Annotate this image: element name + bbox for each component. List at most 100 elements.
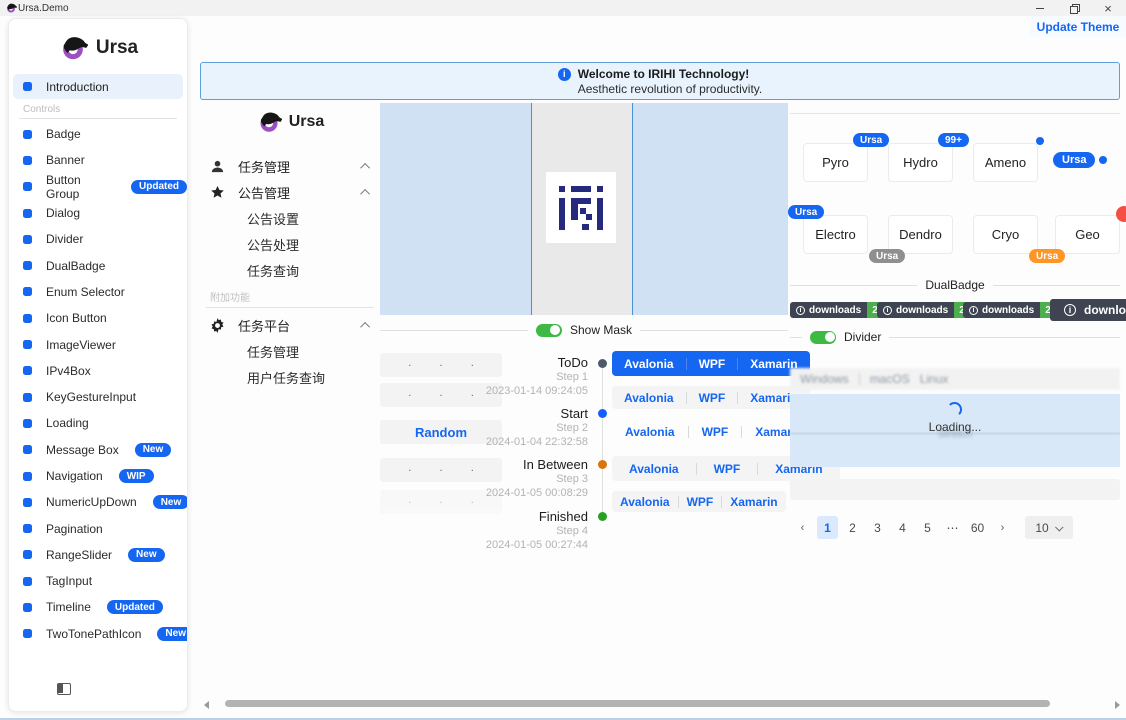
badge-card-cryo: Cryo: [973, 215, 1038, 254]
irihi-logo-icon: [559, 186, 603, 230]
page-ellipsis[interactable]: ⋯: [942, 516, 963, 539]
menu-item-announcement-settings[interactable]: 公告设置: [200, 205, 380, 231]
show-mask-toggle[interactable]: [536, 324, 562, 337]
dualbadge-divider: DualBadge: [790, 278, 1120, 292]
next-page-button[interactable]: ›: [992, 516, 1013, 539]
divider-demo: Divider: [790, 330, 1120, 344]
page-button-60[interactable]: 60: [967, 516, 988, 539]
sidebar-item-enum-selector[interactable]: Enum Selector: [9, 279, 187, 305]
sidebar: Ursa Introduction Controls Badge Banner …: [8, 18, 188, 712]
bullet-icon: [23, 393, 32, 402]
menu-item-announcement-management[interactable]: 公告管理: [200, 179, 380, 205]
page-button-2[interactable]: 2: [842, 516, 863, 539]
menu-item-task-management-sub[interactable]: 任务管理: [200, 338, 380, 364]
wpf-button[interactable]: WPF: [689, 425, 742, 439]
window-title: Ursa.Demo: [18, 3, 69, 14]
button-group-primary: Avalonia WPF Xamarin: [612, 351, 810, 376]
info-icon: i: [883, 306, 892, 315]
menu-item-task-management[interactable]: 任务管理: [200, 153, 380, 179]
wpf-button[interactable]: WPF: [679, 495, 722, 509]
welcome-banner: i Welcome to IRIHI Technology! Aesthetic…: [200, 62, 1120, 100]
wpf-button[interactable]: WPF: [697, 462, 758, 476]
timeline-step: Step 3: [458, 473, 588, 485]
bullet-icon: [23, 524, 32, 533]
update-theme-button[interactable]: Update Theme: [1030, 16, 1126, 37]
sidebar-collapse-icon[interactable]: [57, 683, 71, 695]
sidebar-item-rangeslider[interactable]: RangeSliderNew: [9, 542, 187, 568]
page-button-3[interactable]: 3: [867, 516, 888, 539]
sidebar-item-dualbadge[interactable]: DualBadge: [9, 252, 187, 278]
status-badge: New: [135, 443, 172, 457]
bullet-icon: [23, 550, 32, 559]
sidebar-item-loading[interactable]: Loading: [9, 410, 187, 436]
sidebar-item-divider[interactable]: Divider: [9, 226, 187, 252]
sidebar-item-twotonepathicon[interactable]: TwoTonePathIconNew: [9, 621, 187, 647]
sidebar-item-dialog[interactable]: Dialog: [9, 200, 187, 226]
image-viewer[interactable]: [380, 103, 788, 315]
status-badge: New: [157, 627, 188, 641]
bullet-icon: [23, 156, 32, 165]
timeline-title: In Between: [468, 457, 588, 472]
avalonia-button[interactable]: Avalonia: [612, 391, 686, 405]
divider-toggle[interactable]: [810, 331, 836, 344]
sidebar-item-pagination[interactable]: Pagination: [9, 515, 187, 541]
close-button[interactable]: ×: [1102, 2, 1114, 14]
banner-title: Welcome to IRIHI Technology!: [578, 67, 763, 81]
minimize-button[interactable]: [1034, 2, 1046, 14]
sidebar-item-message-box[interactable]: Message BoxNew: [9, 437, 187, 463]
menu-logo: Ursa: [200, 105, 380, 139]
xamarin-button[interactable]: Xamarin: [722, 495, 785, 509]
bullet-icon: [23, 82, 32, 91]
badge-card-ameno: Ameno: [973, 143, 1038, 182]
bullet-icon: [23, 261, 32, 270]
menu-item-announcement-processing[interactable]: 公告处理: [200, 231, 380, 257]
wpf-button[interactable]: WPF: [687, 357, 738, 371]
info-icon: i: [558, 68, 571, 81]
wpf-button[interactable]: WPF: [687, 391, 738, 405]
avalonia-button[interactable]: Avalonia: [612, 357, 686, 371]
scrollbar-thumb[interactable]: [225, 700, 1050, 707]
bullet-icon: [23, 419, 32, 428]
prev-page-button[interactable]: ‹: [792, 516, 813, 539]
ursa-badge: Ursa: [788, 205, 824, 219]
tab-linux: Linux: [920, 372, 949, 386]
sidebar-section-label: Controls: [23, 104, 187, 115]
sidebar-item-numericupdown[interactable]: NumericUpDownNew: [9, 489, 187, 515]
status-badge: Updated: [131, 180, 187, 194]
page-button-1[interactable]: 1: [817, 516, 838, 539]
avalonia-button[interactable]: Avalonia: [612, 462, 696, 476]
sidebar-item-badge[interactable]: Badge: [9, 121, 187, 147]
sidebar-item-icon-button[interactable]: Icon Button: [9, 305, 187, 331]
scroll-left-icon[interactable]: [204, 701, 209, 709]
panel-top-divider: [790, 113, 1120, 114]
chevron-down-icon: [1055, 523, 1063, 531]
page-button-4[interactable]: 4: [892, 516, 913, 539]
sidebar-item-button-group[interactable]: Button GroupUpdated: [9, 174, 187, 200]
sidebar-item-introduction[interactable]: Introduction: [13, 74, 183, 99]
app-window: Ursa.Demo × Update Theme Ursa Introducti…: [0, 0, 1126, 720]
scroll-right-icon[interactable]: [1115, 701, 1120, 709]
menu-item-task-query[interactable]: 任务查询: [200, 257, 380, 283]
page-size-select[interactable]: 10: [1025, 516, 1073, 539]
viewer-mask-left: [380, 103, 532, 315]
sidebar-item-ipv4box[interactable]: IPv4Box: [9, 358, 187, 384]
sidebar-item-keygestureinput[interactable]: KeyGestureInput: [9, 384, 187, 410]
sidebar-item-imageviewer[interactable]: ImageViewer: [9, 331, 187, 357]
viewer-mask-right: [632, 103, 788, 315]
sidebar-item-timeline[interactable]: TimelineUpdated: [9, 594, 187, 620]
page-button-5[interactable]: 5: [917, 516, 938, 539]
menu-item-task-platform[interactable]: 任务平台: [200, 312, 380, 338]
maximize-button[interactable]: [1068, 2, 1080, 14]
ursa-logo-icon: [58, 33, 88, 63]
sidebar-item-navigation[interactable]: NavigationWIP: [9, 463, 187, 489]
avalonia-button[interactable]: Avalonia: [612, 495, 678, 509]
timeline-dot-start: [598, 409, 607, 418]
sidebar-item-banner[interactable]: Banner: [9, 147, 187, 173]
horizontal-scrollbar[interactable]: [196, 698, 1126, 712]
ursa-badge-gray: Ursa: [869, 249, 905, 263]
menu-item-user-task-query[interactable]: 用户任务查询: [200, 364, 380, 390]
sidebar-item-taginput[interactable]: TagInput: [9, 568, 187, 594]
menu-divider: [206, 307, 374, 308]
avalonia-button[interactable]: Avalonia: [612, 425, 688, 439]
status-badge: New: [128, 548, 165, 562]
